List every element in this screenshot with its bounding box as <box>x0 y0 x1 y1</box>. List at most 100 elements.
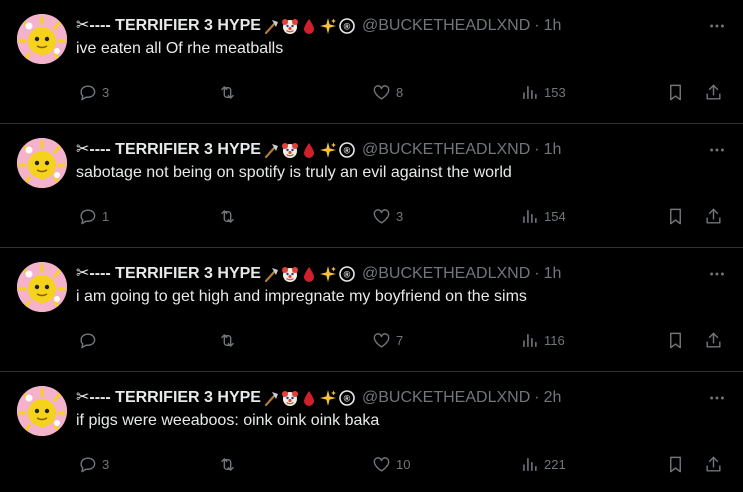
views-icon <box>520 207 539 226</box>
separator-dot: · <box>534 265 540 282</box>
reply-icon <box>78 455 97 474</box>
svg-text:®: ® <box>344 269 351 279</box>
bookmark-button[interactable] <box>666 330 685 350</box>
user-handle[interactable]: @BUCKETHEADLXND <box>362 140 530 160</box>
timestamp[interactable]: 1h <box>544 264 562 284</box>
avatar[interactable] <box>17 138 67 188</box>
heart-icon <box>372 331 391 350</box>
more-icon[interactable] <box>707 140 727 160</box>
reply-button[interactable] <box>78 330 102 350</box>
reply-count: 3 <box>102 84 110 100</box>
view-count: 116 <box>544 332 565 348</box>
reply-button[interactable]: 3 <box>78 82 109 102</box>
share-button[interactable] <box>704 206 723 226</box>
registered-icon: ® <box>338 389 356 407</box>
svg-text:®: ® <box>344 21 351 31</box>
retweet-button[interactable] <box>218 206 242 226</box>
retweet-button[interactable] <box>218 82 242 102</box>
bookmark-icon <box>666 83 685 102</box>
clown-icon <box>281 141 299 159</box>
like-count: 8 <box>396 84 404 100</box>
like-button[interactable]: 3 <box>372 206 403 226</box>
like-count: 10 <box>396 456 411 472</box>
tweet-actions: 3 8 153 <box>78 82 727 102</box>
tweet[interactable]: ✂---- TERRIFIER 3 HYPE ® @BUCKETHEADLXND <box>0 372 743 492</box>
bookmark-button[interactable] <box>666 82 685 102</box>
timestamp[interactable]: 2h <box>544 388 562 408</box>
more-icon[interactable] <box>707 388 727 408</box>
timestamp[interactable]: 1h <box>544 140 562 160</box>
share-icon <box>704 331 723 350</box>
view-count: 153 <box>544 84 566 100</box>
sparkles-icon <box>319 17 337 35</box>
view-count: 221 <box>544 456 566 472</box>
like-button[interactable]: 10 <box>372 454 410 474</box>
clown-icon <box>281 389 299 407</box>
tweet-text: sabotage not being on spotify is truly a… <box>76 164 512 181</box>
display-name-text: ✂---- TERRIFIER 3 HYPE <box>76 389 261 406</box>
share-button[interactable] <box>704 454 723 474</box>
retweet-icon <box>218 207 237 226</box>
avatar-image <box>17 386 67 436</box>
retweet-button[interactable] <box>218 330 242 350</box>
views-icon <box>520 331 539 350</box>
tweet[interactable]: ✂---- TERRIFIER 3 HYPE ® @BUCKETHEADLXND <box>0 124 743 248</box>
views-icon <box>520 455 539 474</box>
blood-drop-icon <box>300 265 318 283</box>
bookmark-button[interactable] <box>666 454 685 474</box>
like-button[interactable]: 7 <box>372 330 403 350</box>
tweet-actions: 7 116 <box>78 330 727 350</box>
user-handle[interactable]: @BUCKETHEADLXND <box>362 16 530 36</box>
registered-icon: ® <box>338 17 356 35</box>
views-icon <box>520 83 539 102</box>
retweet-button[interactable] <box>218 454 242 474</box>
display-name-text: ✂---- TERRIFIER 3 HYPE <box>76 141 261 158</box>
heart-icon <box>372 83 391 102</box>
tweet[interactable]: ✂---- TERRIFIER 3 HYPE ® @BUCKETHEADLXND <box>0 0 743 124</box>
bookmark-icon <box>666 331 685 350</box>
like-count: 3 <box>396 208 404 224</box>
like-count: 7 <box>396 332 404 348</box>
bookmark-button[interactable] <box>666 206 685 226</box>
tweet-header: ✂---- TERRIFIER 3 HYPE ® @BUCKETHEADLXND <box>76 16 727 36</box>
retweet-icon <box>218 455 237 474</box>
more-icon[interactable] <box>707 264 727 284</box>
display-name[interactable]: ✂---- TERRIFIER 3 HYPE ® <box>76 264 356 284</box>
like-button[interactable]: 8 <box>372 82 403 102</box>
tweet[interactable]: ✂---- TERRIFIER 3 HYPE ® @BUCKETHEADLXND <box>0 248 743 372</box>
blood-drop-icon <box>300 389 318 407</box>
clown-icon <box>281 265 299 283</box>
heart-icon <box>372 455 391 474</box>
reply-count: 1 <box>102 208 110 224</box>
view-count: 154 <box>544 208 566 224</box>
reply-button[interactable]: 3 <box>78 454 109 474</box>
blood-drop-icon <box>300 141 318 159</box>
clown-icon <box>281 17 299 35</box>
more-icon[interactable] <box>707 16 727 36</box>
views-button[interactable]: 153 <box>520 82 566 102</box>
timeline-feed: ✂---- TERRIFIER 3 HYPE ® @BUCKETHEADLXND <box>0 0 743 492</box>
views-button[interactable]: 116 <box>520 330 565 350</box>
views-button[interactable]: 154 <box>520 206 566 226</box>
tweet-actions: 3 10 221 <box>78 454 727 474</box>
views-button[interactable]: 221 <box>520 454 566 474</box>
sparkles-icon <box>319 265 337 283</box>
share-button[interactable] <box>704 330 723 350</box>
display-name[interactable]: ✂---- TERRIFIER 3 HYPE ® <box>76 388 356 408</box>
axe-icon <box>262 265 280 283</box>
avatar[interactable] <box>17 14 67 64</box>
display-name[interactable]: ✂---- TERRIFIER 3 HYPE ® <box>76 140 356 160</box>
avatar[interactable] <box>17 386 67 436</box>
reply-count: 3 <box>102 456 110 472</box>
user-handle[interactable]: @BUCKETHEADLXND <box>362 264 530 284</box>
user-handle[interactable]: @BUCKETHEADLXND <box>362 388 530 408</box>
share-icon <box>704 455 723 474</box>
share-button[interactable] <box>704 82 723 102</box>
avatar[interactable] <box>17 262 67 312</box>
sparkles-icon <box>319 389 337 407</box>
timestamp[interactable]: 1h <box>544 16 562 36</box>
bookmark-icon <box>666 455 685 474</box>
reply-button[interactable]: 1 <box>78 206 109 226</box>
separator-dot: · <box>534 389 540 406</box>
display-name[interactable]: ✂---- TERRIFIER 3 HYPE ® <box>76 16 356 36</box>
